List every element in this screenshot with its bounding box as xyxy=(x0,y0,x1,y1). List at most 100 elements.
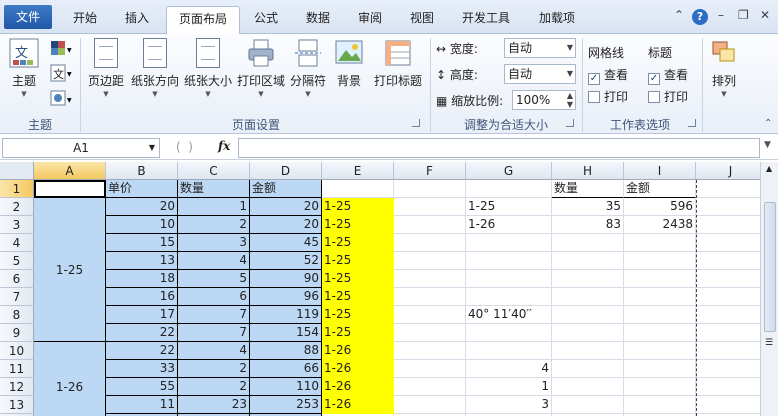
zoom-spinner[interactable]: 100% ▲ ▼ xyxy=(512,90,576,110)
summary-quantity[interactable]: 83 xyxy=(552,216,624,234)
cell-price[interactable]: 20 xyxy=(106,198,178,216)
cell-b1[interactable]: 单价 xyxy=(106,180,178,198)
cell[interactable] xyxy=(624,360,696,378)
cell-amount[interactable]: 20 xyxy=(250,216,322,234)
scrollbar-thumb[interactable] xyxy=(764,202,776,332)
cell-amount[interactable]: 66 xyxy=(250,360,322,378)
cell[interactable] xyxy=(394,234,466,252)
cell[interactable] xyxy=(624,342,696,360)
close-icon[interactable]: ✕ xyxy=(760,8,770,22)
cell-quantity[interactable]: 7 xyxy=(178,324,250,342)
cell-a1[interactable] xyxy=(34,180,106,198)
cell[interactable] xyxy=(552,360,624,378)
tab-home[interactable]: 开始 xyxy=(62,6,108,32)
cell-h12[interactable]: 1 xyxy=(466,378,552,396)
sheet-options-launcher-icon[interactable] xyxy=(688,119,696,127)
row-header-5[interactable]: 5 xyxy=(0,252,34,270)
cell-quantity[interactable]: 6 xyxy=(178,288,250,306)
row-header-7[interactable]: 7 xyxy=(0,288,34,306)
summary-key[interactable]: 1-26 xyxy=(466,216,552,234)
column-header-g[interactable]: G xyxy=(466,162,552,180)
cell[interactable] xyxy=(552,324,624,342)
cell[interactable] xyxy=(696,270,760,288)
cell-price[interactable]: 33 xyxy=(106,360,178,378)
cell-price[interactable]: 18 xyxy=(106,270,178,288)
cell-group-key[interactable]: 1-25 xyxy=(322,324,394,342)
insert-function-icon[interactable]: fx xyxy=(218,139,230,153)
summary-quantity[interactable]: 35 xyxy=(552,198,624,216)
cell[interactable] xyxy=(466,324,552,342)
width-dropdown[interactable]: 自动 ▼ xyxy=(504,38,576,58)
restore-icon[interactable]: ❐ xyxy=(738,8,749,22)
cell-d1[interactable]: 金额 xyxy=(250,180,322,198)
cell-price[interactable]: 10 xyxy=(106,216,178,234)
cell-price[interactable]: 55 xyxy=(106,378,178,396)
worksheet-grid[interactable]: ABCDEFGHIJ1234567891011121314单价数量金额数量金额2… xyxy=(0,162,760,416)
cell-quantity[interactable]: 5 xyxy=(178,270,250,288)
collapse-ribbon-icon[interactable]: ⌃ xyxy=(764,118,772,129)
cell-amount[interactable]: 110 xyxy=(250,378,322,396)
cell[interactable] xyxy=(394,270,466,288)
formula-expand-icon[interactable]: ( ) xyxy=(176,140,193,154)
tab-data[interactable]: 数据 xyxy=(296,6,340,32)
row-header-8[interactable]: 8 xyxy=(0,306,34,324)
cell[interactable] xyxy=(552,342,624,360)
gridlines-print-checkbox[interactable]: 打印 xyxy=(588,88,628,105)
cell[interactable] xyxy=(696,306,760,324)
row-header-2[interactable]: 2 xyxy=(0,198,34,216)
breaks-button[interactable]: 分隔符 ▼ xyxy=(288,38,328,98)
cell-price[interactable]: 11 xyxy=(106,396,178,414)
cell-group-key[interactable]: 1-25 xyxy=(322,216,394,234)
cell[interactable] xyxy=(624,252,696,270)
column-header-a[interactable]: A xyxy=(34,162,106,180)
column-header-i[interactable]: I xyxy=(624,162,696,180)
cell-quantity[interactable]: 7 xyxy=(178,306,250,324)
cell-group-key[interactable]: 1-25 xyxy=(322,252,394,270)
minimize-ribbon-icon[interactable]: ⌃ xyxy=(674,8,684,22)
cell-amount[interactable]: 119 xyxy=(250,306,322,324)
cell[interactable] xyxy=(394,342,466,360)
cell-quantity[interactable]: 4 xyxy=(178,342,250,360)
column-header-f[interactable]: F xyxy=(394,162,466,180)
cell[interactable] xyxy=(552,306,624,324)
themes-button[interactable]: 文 主题 ▼ xyxy=(6,38,42,98)
row-header-13[interactable]: 13 xyxy=(0,396,34,414)
row-header-9[interactable]: 9 xyxy=(0,324,34,342)
tab-insert[interactable]: 插入 xyxy=(114,6,160,32)
cell[interactable] xyxy=(466,288,552,306)
print-titles-button[interactable]: 打印标题 xyxy=(370,38,426,89)
cell[interactable] xyxy=(394,360,466,378)
cell-group-key[interactable]: 1-25 xyxy=(322,198,394,216)
cell[interactable] xyxy=(552,378,624,396)
row-header-11[interactable]: 11 xyxy=(0,360,34,378)
cell[interactable] xyxy=(696,198,760,216)
height-dropdown[interactable]: 自动 ▼ xyxy=(504,64,576,84)
cell-group-key[interactable]: 1-25 xyxy=(322,234,394,252)
column-header-e[interactable]: E xyxy=(322,162,394,180)
cell-quantity[interactable]: 3 xyxy=(178,234,250,252)
expand-formula-bar-icon[interactable]: ▼ xyxy=(764,140,771,150)
tab-page-layout[interactable]: 页面布局 xyxy=(166,6,240,35)
cell[interactable] xyxy=(624,378,696,396)
cell[interactable] xyxy=(394,378,466,396)
cell-price[interactable]: 15 xyxy=(106,234,178,252)
arrange-button[interactable]: 排列 ▼ xyxy=(706,38,742,98)
scale-launcher-icon[interactable] xyxy=(566,119,574,127)
cell-i1[interactable]: 金额 xyxy=(624,180,696,198)
summary-key[interactable]: 1-25 xyxy=(466,198,552,216)
cell-amount[interactable]: 88 xyxy=(250,342,322,360)
cell[interactable] xyxy=(696,180,760,198)
column-header-h[interactable]: H xyxy=(552,162,624,180)
select-all-corner[interactable] xyxy=(0,162,34,180)
summary-amount[interactable]: 596 xyxy=(624,198,696,216)
cell-quantity[interactable]: 2 xyxy=(178,360,250,378)
orientation-button[interactable]: 纸张方向 ▼ xyxy=(130,38,180,98)
cell[interactable] xyxy=(624,234,696,252)
headings-print-checkbox[interactable]: 打印 xyxy=(648,88,688,105)
cell[interactable] xyxy=(552,288,624,306)
cell[interactable] xyxy=(394,216,466,234)
cell-group-key[interactable]: 1-26 xyxy=(322,378,394,396)
column-header-d[interactable]: D xyxy=(250,162,322,180)
cell[interactable] xyxy=(624,324,696,342)
minimize-icon[interactable]: – xyxy=(718,8,724,22)
